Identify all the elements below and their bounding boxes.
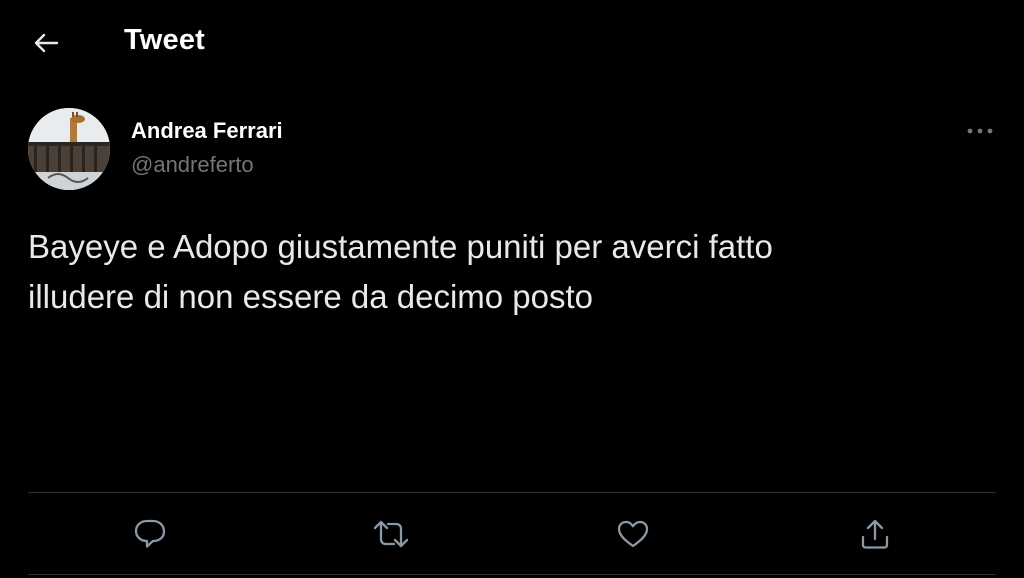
tweet-text: Bayeye e Adopo giustamente puniti per av… [28,222,988,322]
avatar[interactable] [28,108,110,190]
tweet-page: Tweet Andrea Ferrari @andreferto Bayeye … [0,0,1024,578]
author-handle[interactable]: @andreferto [131,152,254,178]
arrow-left-icon [34,33,59,53]
share-button[interactable] [855,514,895,554]
reply-bubble-icon [134,519,166,548]
tweet-text-line: Bayeye e Adopo giustamente puniti per av… [28,228,773,265]
giraffe-photo [28,108,110,190]
more-horizontal-icon [967,128,993,134]
heart-icon [617,520,649,548]
share-icon [861,519,889,549]
header-bar: Tweet [0,0,1024,86]
divider [28,574,996,575]
retweet-icon [373,520,409,548]
like-button[interactable] [613,514,653,554]
page-title: Tweet [124,24,206,56]
retweet-button[interactable] [371,514,411,554]
back-button[interactable] [26,26,66,60]
author-name[interactable]: Andrea Ferrari [131,118,283,144]
more-options-button[interactable] [960,118,1000,144]
reply-button[interactable] [130,514,170,554]
divider [28,492,996,493]
tweet-text-line: illudere di non essere da decimo posto [28,278,594,315]
